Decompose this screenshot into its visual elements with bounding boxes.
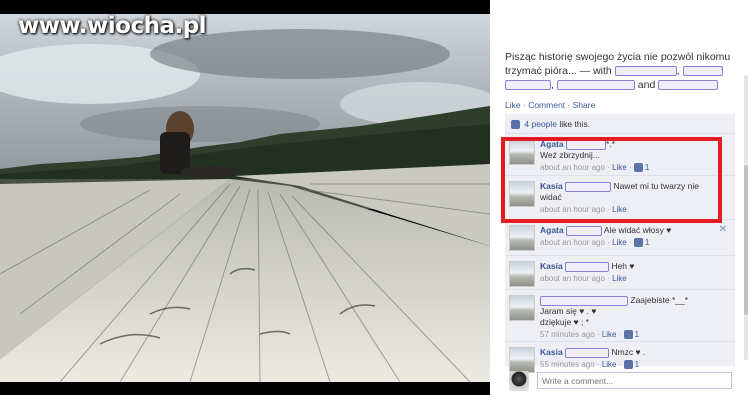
tagged-friend-2[interactable] bbox=[682, 66, 723, 77]
caption-line2: trzymać pióra... — with bbox=[505, 65, 612, 77]
redacted-author[interactable] bbox=[540, 295, 628, 306]
scrollbar-thumb[interactable] bbox=[744, 165, 748, 315]
comment-item: Zaajebiste *__* Jaram się ♥ . ♥ dziękuje… bbox=[505, 290, 735, 342]
avatar[interactable] bbox=[509, 295, 535, 321]
photo-image bbox=[0, 14, 490, 382]
redacted-surname bbox=[565, 347, 610, 358]
caption-and: and bbox=[637, 79, 656, 91]
tagged-friend-1[interactable] bbox=[614, 66, 677, 77]
comment-input[interactable] bbox=[537, 372, 732, 389]
comment-author[interactable]: Kasia bbox=[540, 261, 563, 271]
comment-text: Heh ♥ bbox=[611, 261, 635, 271]
like-link[interactable]: Like bbox=[505, 100, 521, 110]
tagged-friend-4[interactable] bbox=[556, 80, 635, 91]
comment-link[interactable]: Comment bbox=[528, 100, 565, 110]
comment-author[interactable]: Kasia bbox=[540, 347, 563, 357]
separator: · bbox=[567, 100, 571, 110]
comment-like-count[interactable]: 1 bbox=[645, 238, 649, 247]
redacted-surname bbox=[566, 225, 602, 236]
tagged-friend-5[interactable] bbox=[658, 80, 719, 91]
comment-time: about an hour ago bbox=[540, 238, 605, 247]
comment-text: Zaajebiste *__* bbox=[630, 295, 689, 305]
scrollbar[interactable] bbox=[744, 75, 748, 360]
comment-like-count[interactable]: 1 bbox=[635, 330, 639, 339]
comment-author[interactable]: Agata bbox=[540, 225, 564, 235]
comment-item: ✕ Agata Ale widać włosy ♥ about an hour … bbox=[505, 220, 735, 256]
caption-line1: Pisząc historię swojego życia nie pozwól… bbox=[505, 51, 731, 63]
comment-item: Kasia Heh ♥ about an hour ago · Like bbox=[505, 256, 735, 290]
likes-summary: 4 people like this. bbox=[505, 114, 735, 134]
likes-count-link[interactable]: 4 people bbox=[524, 119, 557, 129]
comment-like-link[interactable]: Like bbox=[612, 274, 627, 283]
comment-time: 57 minutes ago bbox=[540, 330, 595, 339]
comment-text-line2: Jaram się ♥ . ♥ bbox=[540, 306, 597, 316]
write-comment bbox=[505, 368, 735, 395]
thumbs-up-icon bbox=[511, 120, 520, 130]
avatar bbox=[509, 371, 529, 391]
watermark: www.wiocha.pl bbox=[18, 13, 207, 39]
photo-viewer[interactable]: www.wiocha.pl bbox=[0, 0, 490, 395]
avatar[interactable] bbox=[509, 225, 535, 251]
post-caption: Pisząc historię swojego życia nie pozwól… bbox=[505, 51, 731, 91]
comment-text-line3: dziękuje ♥ ; * bbox=[540, 317, 589, 327]
redacted-surname bbox=[565, 261, 610, 272]
likes-suffix: like this. bbox=[559, 119, 591, 129]
comments-sidebar: Pisząc historię swojego życia nie pozwól… bbox=[490, 0, 750, 395]
separator: · bbox=[522, 100, 526, 110]
thumbs-up-icon bbox=[623, 330, 633, 340]
highlight-box bbox=[501, 137, 722, 223]
post-actions: Like · Comment · Share bbox=[505, 100, 595, 110]
avatar[interactable] bbox=[509, 261, 535, 287]
comment-text: Nmzc ♥ . bbox=[611, 347, 646, 357]
thumbs-up-icon bbox=[633, 238, 643, 248]
comment-like-link[interactable]: Like bbox=[602, 330, 617, 339]
comment-item: Kasia Nmzc ♥ . 55 minutes ago · Like · 1 bbox=[505, 342, 735, 373]
comment-text: Ale widać włosy ♥ bbox=[603, 225, 672, 235]
share-link[interactable]: Share bbox=[573, 100, 596, 110]
comment-like-link[interactable]: Like bbox=[612, 238, 627, 247]
tagged-friend-3[interactable] bbox=[505, 80, 551, 91]
comment-time: about an hour ago bbox=[540, 274, 605, 283]
